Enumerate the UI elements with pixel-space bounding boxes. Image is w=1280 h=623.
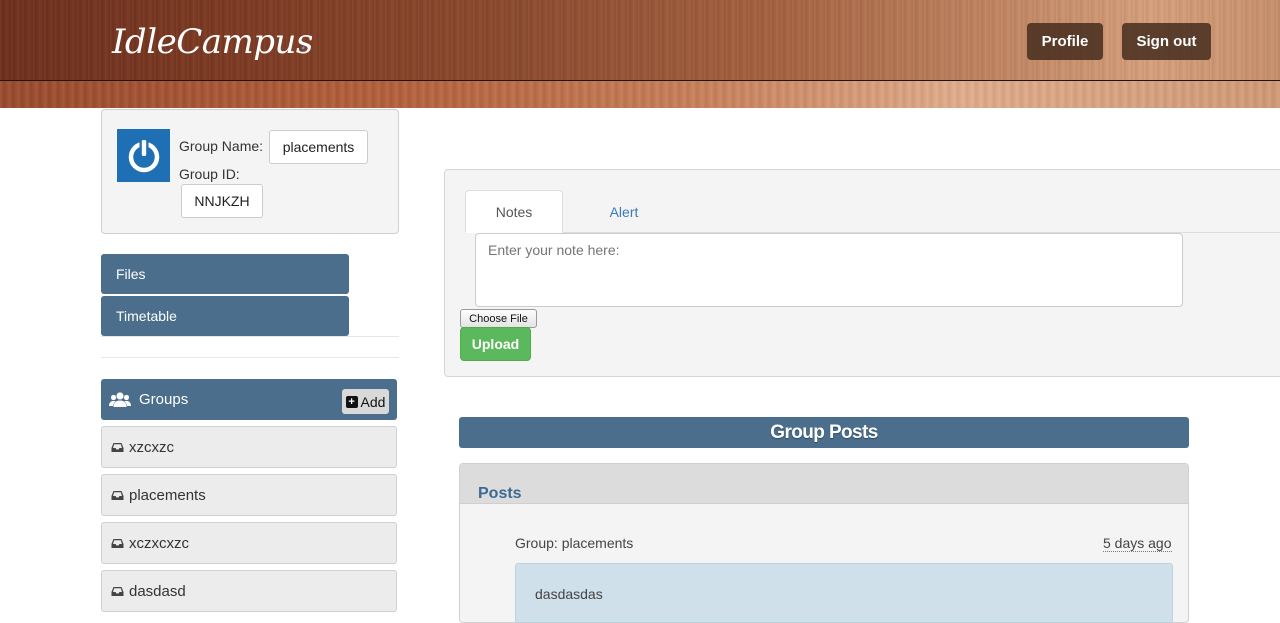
- logo-text: IdleCampus: [112, 22, 313, 62]
- group-item-xzcxzc[interactable]: xzcxzc: [101, 426, 397, 468]
- timetable-button[interactable]: Timetable: [101, 296, 349, 336]
- groups-header: Groups + Add: [101, 379, 397, 420]
- group-posts-heading: Group Posts: [459, 417, 1189, 448]
- add-label: Add: [360, 393, 386, 410]
- tab-alert[interactable]: Alert: [594, 190, 654, 233]
- group-info-card: Group Name: placements Group ID: NNJKZH: [101, 109, 399, 234]
- header-wood-strip: [0, 81, 1280, 108]
- inbox-icon: [111, 586, 124, 596]
- posts-panel-header: [460, 464, 1188, 504]
- group-item-label: xczxcxzc: [129, 534, 189, 552]
- divider: [101, 357, 399, 358]
- group-item-label: dasdasd: [129, 582, 186, 600]
- group-item-placements[interactable]: placements: [101, 474, 397, 516]
- group-item-label: placements: [129, 486, 206, 504]
- logo-dot: .: [300, 30, 306, 54]
- inbox-icon: [111, 538, 124, 548]
- post-timestamp: 5 days ago: [1103, 535, 1172, 552]
- signout-button[interactable]: Sign out: [1122, 23, 1211, 60]
- users-icon: [109, 391, 131, 407]
- power-icon: [117, 129, 170, 182]
- group-item-dasdasd[interactable]: dasdasd: [101, 570, 397, 612]
- plus-icon: +: [345, 395, 358, 408]
- files-button[interactable]: Files: [101, 254, 349, 294]
- post-group-label: Group: placements: [515, 535, 634, 551]
- choose-file-button[interactable]: Choose File: [460, 309, 537, 328]
- note-input[interactable]: [475, 233, 1183, 307]
- post-text: dasdasdas: [535, 586, 603, 602]
- posts-title: Posts: [478, 485, 522, 502]
- profile-button[interactable]: Profile: [1027, 23, 1103, 60]
- divider: [101, 336, 399, 337]
- inbox-icon: [111, 490, 124, 500]
- group-name-label: Group Name:: [179, 138, 264, 154]
- logo[interactable]: IdleCampus .: [112, 22, 313, 62]
- add-group-button[interactable]: + Add: [342, 389, 389, 414]
- upload-button[interactable]: Upload: [460, 327, 531, 361]
- group-name-field[interactable]: placements: [269, 130, 368, 164]
- groups-title: Groups: [139, 391, 189, 408]
- inbox-icon: [111, 442, 124, 452]
- group-item-label: xzcxzc: [129, 438, 174, 456]
- group-item-xczxcxzc[interactable]: xczxcxzc: [101, 522, 397, 564]
- post-body: [515, 563, 1173, 623]
- tab-notes[interactable]: Notes: [465, 190, 563, 233]
- group-id-label: Group ID:: [179, 166, 240, 182]
- group-id-field[interactable]: NNJKZH: [181, 184, 263, 218]
